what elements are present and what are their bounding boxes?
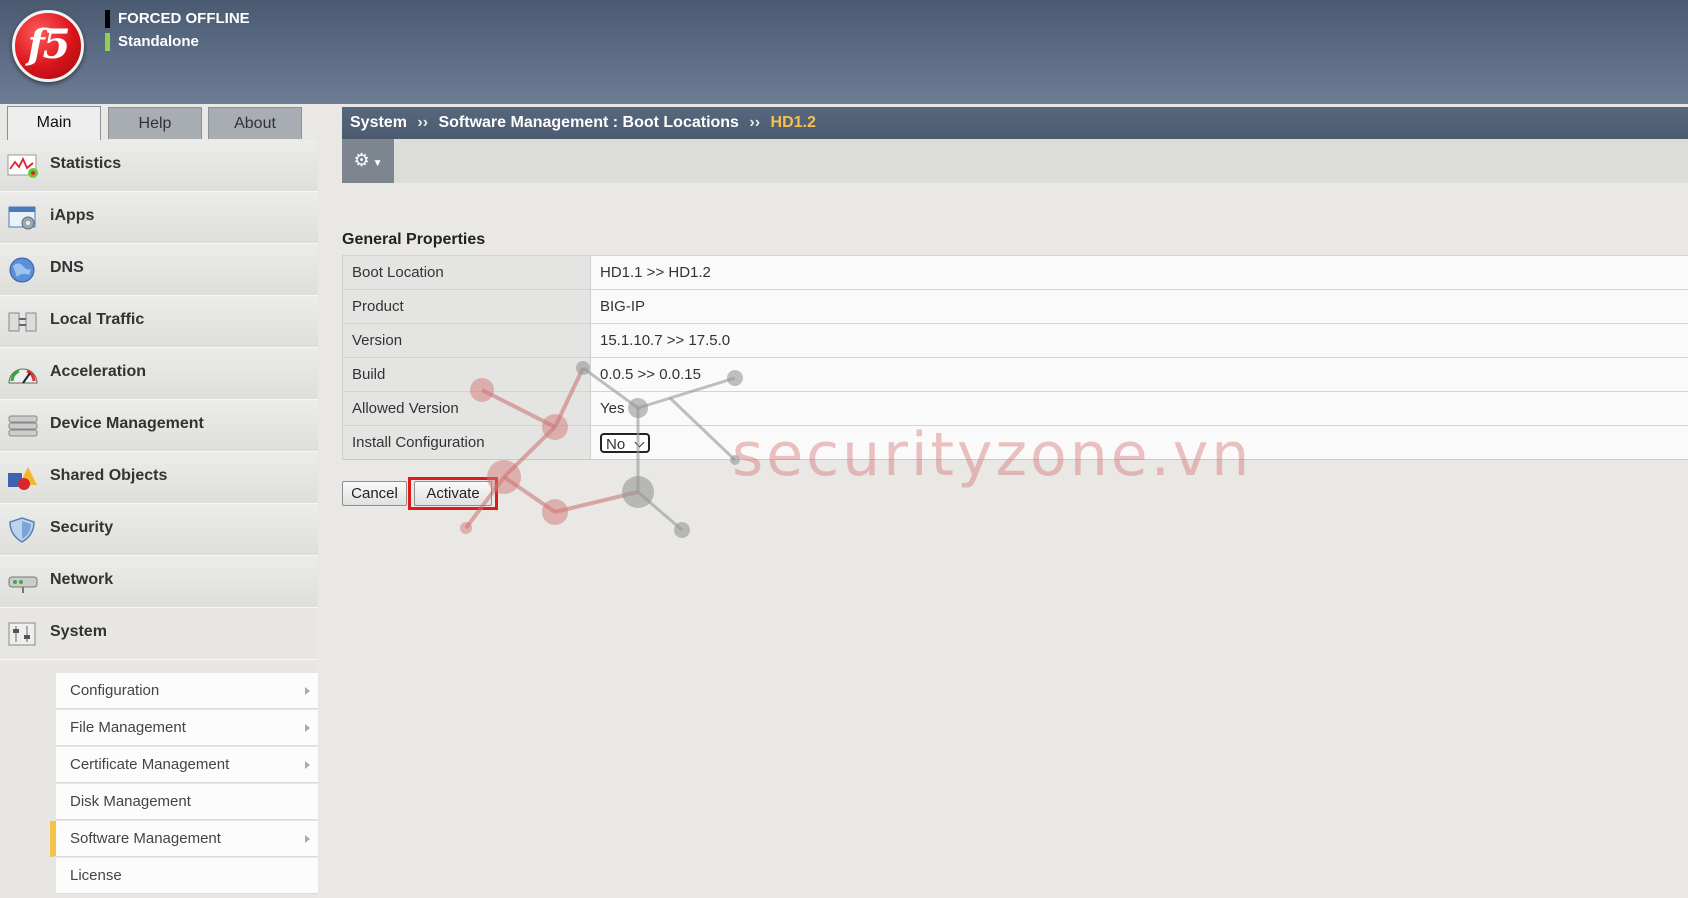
caret-down-icon: ▼ — [372, 158, 383, 169]
property-value: 15.1.10.7 >> 17.5.0 — [590, 323, 1688, 358]
property-key: Product — [342, 289, 591, 324]
sidebar-item-acceleration[interactable]: Acceleration — [0, 348, 318, 400]
status-forced-offline: FORCED OFFLINE — [105, 10, 250, 28]
chevron-right-icon — [305, 724, 310, 732]
property-value: Yes — [590, 391, 1688, 426]
property-value: HD1.1 >> HD1.2 — [590, 255, 1688, 290]
sidebar: Statistics iApps DNS Local Traffic Accel… — [0, 140, 318, 898]
chevron-right-icon — [305, 761, 310, 769]
sidebar-item-system[interactable]: System — [0, 608, 318, 660]
status-indicator-green — [105, 33, 110, 51]
property-key: Boot Location — [342, 255, 591, 290]
cancel-button[interactable]: Cancel — [342, 481, 407, 506]
tab-about[interactable]: About — [208, 107, 302, 139]
status-standalone: Standalone — [105, 33, 199, 51]
iapps-icon — [8, 206, 36, 230]
table-row: Version 15.1.10.7 >> 17.5.0 — [342, 323, 1688, 358]
statistics-icon — [7, 154, 38, 178]
gear-menu-button[interactable]: ⚙ ▼ — [342, 139, 394, 183]
device-management-icon — [8, 415, 38, 437]
sidebar-item-statistics[interactable]: Statistics — [0, 140, 318, 192]
breadcrumb-separator: ›› — [417, 114, 429, 131]
submenu-license[interactable]: License — [56, 858, 318, 894]
sidebar-item-shared-objects[interactable]: Shared Objects — [0, 452, 318, 504]
sidebar-item-security[interactable]: Security — [0, 504, 318, 556]
breadcrumb-current: HD1.2 — [770, 114, 816, 131]
acceleration-icon — [8, 368, 38, 384]
breadcrumb: System ›› Software Management : Boot Loc… — [342, 107, 1688, 139]
toolbar: ⚙ ▼ — [342, 139, 1688, 183]
sidebar-item-dns[interactable]: DNS — [0, 244, 318, 296]
tab-main[interactable]: Main — [7, 106, 101, 142]
table-row: Install Configuration No — [342, 425, 1688, 460]
chevron-right-icon — [305, 687, 310, 695]
dns-icon — [9, 257, 35, 283]
property-key: Build — [342, 357, 591, 392]
top-banner: f5 FORCED OFFLINE Standalone — [0, 0, 1688, 104]
security-icon — [9, 517, 35, 543]
table-row: Boot Location HD1.1 >> HD1.2 — [342, 255, 1688, 290]
submenu-disk-management[interactable]: Disk Management — [56, 784, 318, 820]
network-icon — [8, 576, 38, 593]
property-key: Allowed Version — [342, 391, 591, 426]
property-value: 0.0.5 >> 0.0.15 — [590, 357, 1688, 392]
submenu-software-management[interactable]: Software Management — [50, 821, 318, 857]
shared-objects-icon — [8, 467, 37, 490]
chevron-right-icon — [305, 835, 310, 843]
table-row: Allowed Version Yes — [342, 391, 1688, 426]
sidebar-item-iapps[interactable]: iApps — [0, 192, 318, 244]
property-value: BIG-IP — [590, 289, 1688, 324]
property-value: No — [590, 425, 1688, 460]
table-row: Product BIG-IP — [342, 289, 1688, 324]
gear-icon: ⚙ — [353, 150, 370, 170]
submenu-certificate-management[interactable]: Certificate Management — [56, 747, 318, 783]
table-row: Build 0.0.5 >> 0.0.15 — [342, 357, 1688, 392]
status-indicator-black — [105, 10, 110, 28]
submenu-configuration[interactable]: Configuration — [56, 673, 318, 709]
f5-logo[interactable]: f5 — [12, 10, 84, 82]
install-configuration-select[interactable]: No — [600, 432, 650, 453]
breadcrumb-boot-locations[interactable]: Software Management : Boot Locations — [438, 114, 738, 131]
breadcrumb-separator: ›› — [749, 114, 761, 131]
tab-help[interactable]: Help — [108, 107, 202, 139]
properties-table: Boot Location HD1.1 >> HD1.2 Product BIG… — [342, 255, 1688, 460]
sidebar-item-local-traffic[interactable]: Local Traffic — [0, 296, 318, 348]
activate-highlight-box — [408, 477, 498, 510]
system-icon — [8, 622, 36, 646]
property-key: Version — [342, 323, 591, 358]
section-title: General Properties — [342, 231, 486, 248]
breadcrumb-system[interactable]: System — [350, 114, 407, 131]
chevron-down-icon — [634, 437, 645, 447]
sidebar-item-network[interactable]: Network — [0, 556, 318, 608]
local-traffic-icon — [8, 312, 37, 332]
property-key: Install Configuration — [342, 425, 591, 460]
submenu-file-management[interactable]: File Management — [56, 710, 318, 746]
sidebar-item-device-management[interactable]: Device Management — [0, 400, 318, 452]
